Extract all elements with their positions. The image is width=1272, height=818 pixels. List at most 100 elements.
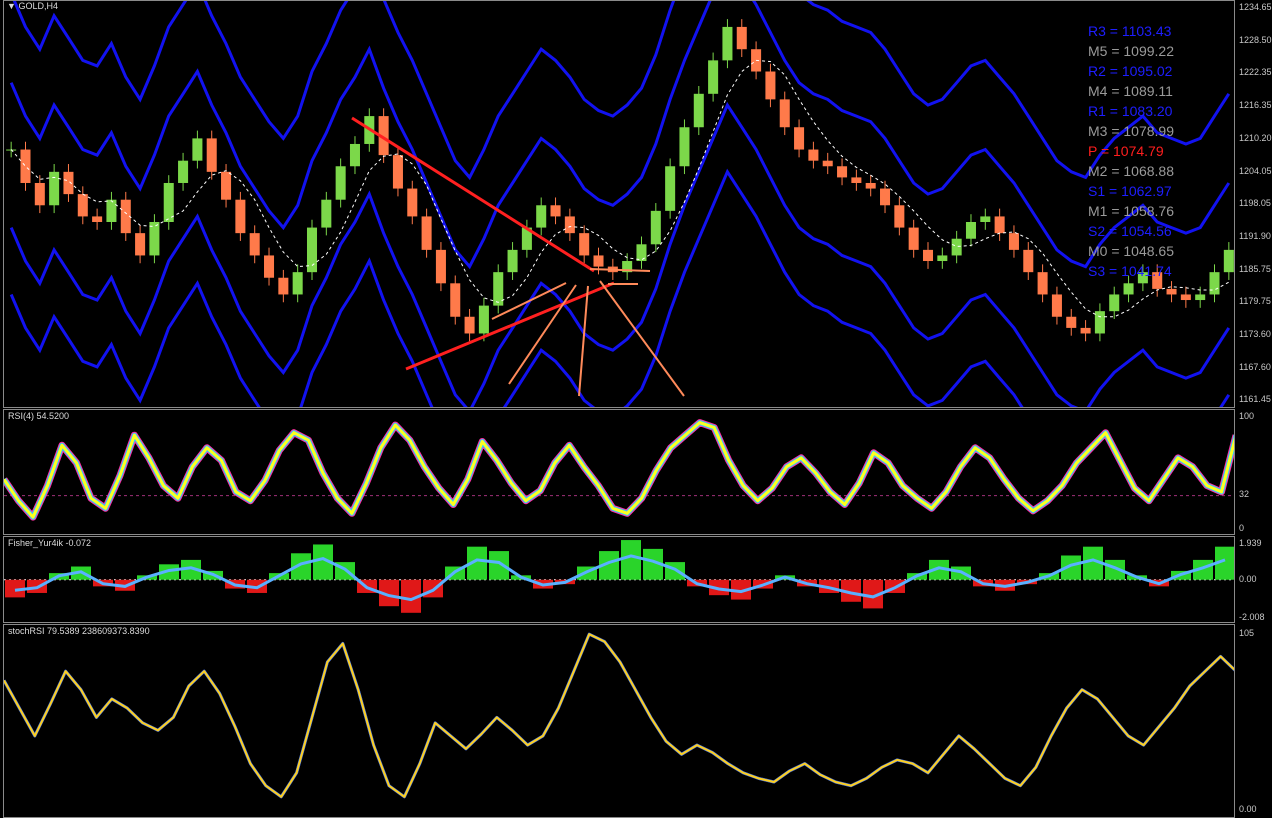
fisher-panel[interactable]: Fisher_Yur4ik -0.072: [3, 536, 1235, 623]
candle-body: [822, 160, 833, 167]
candle-body: [851, 177, 862, 183]
candle-body: [1123, 283, 1134, 295]
candle-body: [1094, 311, 1105, 334]
price-tick-label: 1191.90: [1239, 230, 1271, 241]
rsi-tick-label: 0: [1239, 523, 1245, 533]
rsi-cyan-line: [4, 420, 1234, 520]
rsi-tick-label: 32: [1239, 489, 1250, 499]
candle-body: [779, 99, 790, 128]
price-tick-label: 1167.60: [1239, 361, 1271, 372]
candle-body: [507, 249, 518, 273]
candle-body: [1008, 233, 1019, 250]
candle-body: [178, 160, 189, 183]
stochrsi-tick-label: 0.00: [1239, 804, 1257, 814]
candle-body: [34, 182, 45, 206]
annotation-arrow: [508, 284, 577, 385]
candle-body: [106, 199, 117, 222]
candle-body: [1080, 327, 1091, 334]
candle-body: [20, 149, 31, 183]
candle-body: [794, 127, 805, 150]
candle-body: [221, 171, 232, 200]
pivot-levels-list: R3 = 1103.43 M5 = 1099.22 R2 = 1095.02 M4 =…: [1088, 21, 1174, 281]
fisher-plot: [4, 540, 1234, 613]
candle-body: [1023, 249, 1034, 273]
price-axis[interactable]: 1234.65 1228.50 1222.35 1216.35 1210.20 1204.…: [1236, 0, 1272, 408]
pivot-level-label: M2 = 1068.88: [1087, 163, 1174, 179]
candle-body: [149, 222, 160, 256]
candle-body: [593, 255, 604, 267]
candle-body: [1223, 249, 1234, 273]
stochrsi-yellow-line: [4, 633, 1234, 798]
candle-body: [264, 255, 275, 278]
candle-body: [564, 216, 575, 234]
candle-body: [736, 26, 747, 50]
candle-body: [478, 305, 489, 334]
candle-body: [908, 227, 919, 250]
price-tick-label: 1234.65: [1239, 2, 1272, 12]
price-tick-label: 1228.50: [1239, 34, 1272, 45]
candle-body: [392, 155, 403, 189]
price-tick-label: 1216.35: [1239, 100, 1272, 111]
pivot-level-label: R2 = 1095.02: [1087, 63, 1173, 79]
candle-body: [965, 222, 976, 239]
candle-body: [708, 60, 719, 94]
triangle-down-icon[interactable]: ▼: [7, 1, 16, 11]
candle-body: [1051, 294, 1062, 317]
candle-body: [865, 182, 876, 189]
candle-body: [135, 233, 146, 256]
candle-body: [192, 138, 203, 161]
candle-body: [922, 249, 934, 262]
candle-body: [1166, 288, 1177, 295]
pivot-level-label: M0 = 1048.65: [1087, 243, 1174, 259]
rsi-plot: [4, 419, 1234, 521]
fisher-title: Fisher_Yur4ik -0.072: [8, 538, 92, 548]
fisher-histogram-bar: [621, 540, 641, 580]
stochrsi-panel[interactable]: stochRSI 79.5389 238609373.8390: [3, 624, 1235, 818]
candle-body: [163, 182, 174, 222]
fisher-tick-label: 0.00: [1239, 574, 1257, 584]
candle-body: [837, 166, 848, 178]
candle-body: [880, 188, 891, 206]
price-tick-label: 1198.05: [1239, 198, 1271, 209]
candle-body: [579, 233, 590, 256]
fisher-axis: 1.939 0.00 -2.008: [1236, 536, 1272, 623]
candle-body: [550, 205, 561, 217]
candle-body: [951, 238, 962, 256]
rsi-axis: 100 32 0: [1236, 409, 1272, 535]
candle-body: [435, 249, 446, 284]
pivot-level-label: M1 = 1058.76: [1087, 203, 1174, 219]
main-price-chart[interactable]: ▼ GOLD,H4 R3 = 1103.43 M5 = 1099.22 R2 = 1…: [3, 0, 1235, 408]
candle-body: [292, 272, 303, 295]
candle-body: [894, 205, 905, 228]
pivot-level-label: S2 = 1054.56: [1087, 223, 1172, 239]
rsi-panel[interactable]: RSI(4) 54.5200: [3, 409, 1235, 535]
price-tick-label: 1173.60: [1239, 329, 1271, 339]
candle-body: [722, 26, 733, 61]
candle-body: [407, 188, 418, 217]
pivot-level-label: M4 = 1089.11: [1087, 83, 1173, 99]
price-tick-label: 1185.75: [1239, 263, 1271, 274]
candle-body: [980, 216, 991, 222]
candle-body: [63, 171, 74, 195]
rsi-tick-label: 100: [1239, 411, 1255, 421]
symbol-title[interactable]: ▼ GOLD,H4: [7, 1, 58, 11]
candle-body: [321, 199, 332, 228]
stochrsi-plot: [4, 632, 1234, 799]
price-tick-label: 1204.05: [1239, 165, 1272, 176]
candle-body: [421, 216, 432, 250]
pivot-level-label: R1 = 1083.20: [1087, 103, 1173, 119]
fisher-tick-label: -2.008: [1239, 612, 1265, 622]
candle-body: [808, 149, 819, 161]
pivot-level-label: R3 = 1103.43: [1087, 23, 1172, 39]
envelope-band-line: [9, 1, 1231, 270]
stochrsi-band-line: [4, 632, 1234, 799]
price-plot: [6, 1, 1234, 407]
candle-body: [235, 199, 246, 234]
candle-body: [464, 316, 475, 334]
candle-body: [679, 127, 690, 167]
candle-body: [1066, 316, 1077, 328]
candle-body: [636, 244, 647, 262]
fisher-tick-label: 1.939: [1239, 538, 1262, 548]
price-tick-label: 1210.20: [1239, 132, 1272, 143]
pivot-level-label: P = 1074.79: [1087, 143, 1164, 159]
